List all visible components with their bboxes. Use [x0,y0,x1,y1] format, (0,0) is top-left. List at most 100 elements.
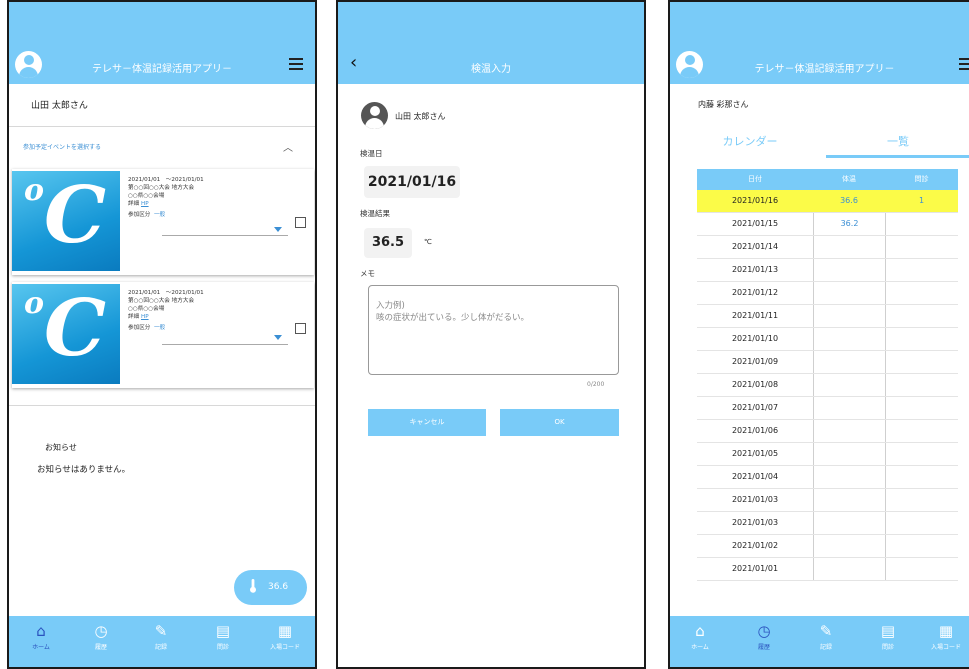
temperature-fab[interactable]: 36.6 [234,570,307,605]
questionnaire-cell [885,512,958,534]
event-date-range: 2021/01/01 ～2021/01/01 [128,290,204,296]
event-selector-label[interactable]: 参加予定イベントを選択する [23,142,101,151]
memo-label: メモ [360,269,375,278]
app-bar: ‹ 検温入力 [338,2,644,84]
result-label: 検温結果 [360,209,390,218]
event-date-range: 2021/01/01 ～2021/01/01 [128,177,204,183]
temperature-cell [813,466,885,488]
nav-record[interactable]: ✎ 記録 [133,622,189,651]
date-field[interactable]: 2021/01/16 [364,166,460,198]
memo-textarea[interactable]: 入力例) 咳の症状が出ている。少し体がだるい。 [368,285,619,375]
cancel-button[interactable]: キャンセル [368,409,486,436]
nav-questionnaire[interactable]: ▤ 問診 [860,622,916,651]
clock-icon: ◷ [94,622,108,640]
nav-record[interactable]: ✎ 記録 [798,622,854,651]
table-row[interactable]: 2021/01/02 [697,535,958,558]
app-bar: テレサ－体温記録活用アプリ－ [670,2,969,84]
char-counter: 0/200 [587,381,605,388]
table-row[interactable]: 2021/01/16 36.6 1 [697,190,958,213]
temperature-cell [813,397,885,419]
table-row[interactable]: 2021/01/05 [697,443,958,466]
column-header: 日付 [748,175,762,183]
date-cell: 2021/01/11 [731,311,779,320]
nav-questionnaire[interactable]: ▤ 問診 [195,622,251,651]
detail-link[interactable]: HP [141,201,149,207]
temperature-field[interactable]: 36.5 [364,228,412,258]
home-icon: ⌂ [36,622,46,640]
event-checkbox[interactable] [295,217,306,228]
divider [9,126,315,127]
nav-history[interactable]: ◷ 履歴 [736,622,792,651]
date-cell: 2021/01/13 [731,265,779,274]
clock-icon: ◷ [757,622,771,640]
table-row[interactable]: 2021/01/03 [697,489,958,512]
nav-entry-code[interactable]: ▦ 入場コード [918,622,969,651]
memo-placeholder: 入力例) [376,301,405,311]
questionnaire-cell [885,374,958,396]
celsius-logo-icon: oC [12,171,120,271]
date-cell: 2021/01/10 [731,334,779,343]
table-row[interactable]: 2021/01/07 [697,397,958,420]
nav-history[interactable]: ◷ 履歴 [73,622,129,651]
nav-home[interactable]: ⌂ ホーム [672,622,728,651]
dropdown-arrow-icon[interactable] [274,227,282,232]
column-header: 体温 [842,175,856,183]
table-row[interactable]: 2021/01/10 [697,328,958,351]
thermometer-icon [250,579,256,593]
event-venue: ○○県○○会場 [128,193,165,199]
detail-link[interactable]: HP [141,314,149,320]
table-row[interactable]: 2021/01/01 [697,558,958,581]
table-row[interactable]: 2021/01/08 [697,374,958,397]
category-select[interactable]: 一般 [154,212,165,218]
temperature-cell [813,374,885,396]
detail-label: 詳細 [128,201,140,207]
date-label: 検温日 [360,149,383,158]
temperature-cell [813,558,885,580]
event-card: oC 2021/01/01 ～2021/01/01 第○○回○○大会 地方大会 … [12,169,314,275]
nav-entry-code[interactable]: ▦ 入場コード [257,622,313,651]
chevron-up-icon[interactable]: ︿ [283,139,293,154]
table-row[interactable]: 2021/01/04 [697,466,958,489]
date-cell: 2021/01/07 [731,403,779,412]
dropdown-arrow-icon[interactable] [274,335,282,340]
temperature-cell [813,512,885,534]
tab-list[interactable]: 一覧 [838,133,958,149]
table-row[interactable]: 2021/01/15 36.2 [697,213,958,236]
temperature-cell: 36.2 [813,213,885,235]
fab-temperature: 36.6 [268,582,289,592]
questionnaire-icon: ▤ [215,622,231,640]
table-row[interactable]: 2021/01/13 [697,259,958,282]
pencil-icon: ✎ [154,622,168,640]
table-header: 日付 体温 問診 [697,169,958,190]
temperature-cell [813,420,885,442]
questionnaire-cell [885,420,958,442]
table-row[interactable]: 2021/01/03 [697,512,958,535]
date-cell: 2021/01/14 [731,242,779,251]
tab-calendar[interactable]: カレンダー [690,133,810,149]
table-row[interactable]: 2021/01/12 [697,282,958,305]
ok-button[interactable]: OK [500,409,619,436]
questionnaire-icon: ▤ [880,622,896,640]
qr-code-icon: ▦ [277,622,293,640]
nav-home[interactable]: ⌂ ホーム [13,622,69,651]
celsius-logo-icon: oC [12,284,120,384]
event-checkbox[interactable] [295,323,306,334]
notice-text: お知らせはありません。 [37,465,131,475]
questionnaire-cell [885,397,958,419]
history-screen: テレサ－体温記録活用アプリ－ 内藤 彩那さん カレンダー 一覧 日付 体温 問診… [668,0,969,669]
table-row[interactable]: 2021/01/09 [697,351,958,374]
detail-label: 詳細 [128,314,140,320]
table-row[interactable]: 2021/01/11 [697,305,958,328]
qr-code-icon: ▦ [938,622,954,640]
questionnaire-cell [885,236,958,258]
date-cell: 2021/01/03 [731,518,779,527]
table-row[interactable]: 2021/01/06 [697,420,958,443]
menu-icon[interactable] [959,58,969,73]
user-name: 山田 太郎さん [395,112,446,121]
category-select[interactable]: 一般 [154,325,165,331]
temperature-table: 日付 体温 問診 2021/01/16 36.6 1 2021/01/15 36.2 20… [697,169,958,581]
menu-icon[interactable] [289,58,303,73]
table-row[interactable]: 2021/01/14 [697,236,958,259]
event-card: oC 2021/01/01 ～2021/01/01 第○○回○○大会 地方大会 … [12,282,314,388]
questionnaire-cell [885,558,958,580]
